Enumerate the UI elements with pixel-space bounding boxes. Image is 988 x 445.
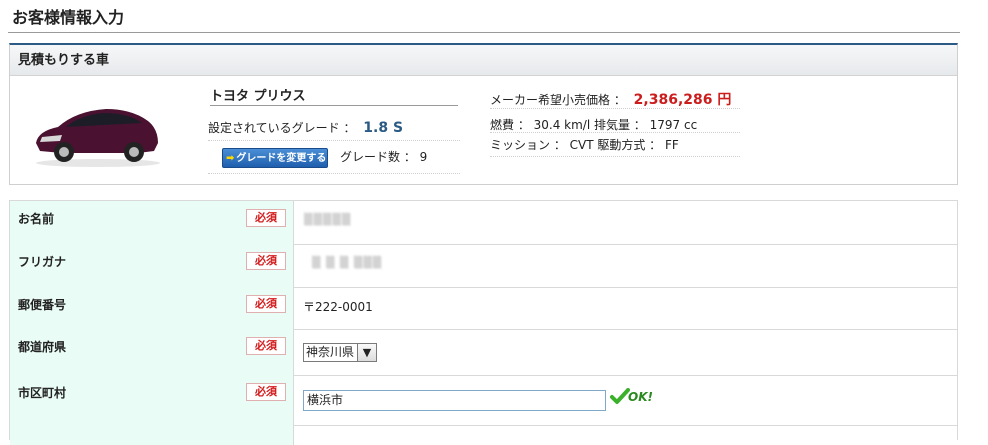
label-cell: お名前 必須 [10, 201, 294, 244]
page-title: お客様情報入力 [12, 8, 125, 27]
form-row-name: お名前 必須 ▒▒▒▒▒ [10, 201, 957, 245]
price-label: メーカー希望小売価格 ： [490, 93, 626, 107]
grade-count: グレード数 ： 9 [340, 150, 428, 164]
city-input[interactable]: 横浜市 [303, 390, 606, 411]
label-cell: 市区町村 必須 [10, 375, 294, 425]
required-badge: 必須 [246, 209, 286, 227]
divider [208, 140, 460, 141]
divider [490, 132, 740, 133]
row-label: 郵便番号 [18, 298, 67, 312]
row-label: 都道府県 [18, 340, 67, 354]
ok-status-text: OK! [628, 390, 653, 404]
name-input[interactable]: ▒▒▒▒▒ [304, 213, 351, 226]
chevron-down-icon[interactable]: ▼ [357, 344, 377, 361]
form-row-postal-code: 郵便番号 必須 [10, 287, 957, 330]
row-label: お名前 [18, 212, 55, 226]
divider [490, 108, 740, 109]
required-badge: 必須 [246, 295, 286, 313]
change-grade-label: グレードを変更する [236, 153, 327, 164]
label-cell: 都道府県 必須 [10, 329, 294, 375]
label-cell: 郵便番号 必須 [10, 287, 294, 329]
transmission-drive-spec: ミッション ： CVT 駆動方式 ： FF [490, 138, 679, 152]
grade-info: 設定されているグレード ： 1.8 S [208, 119, 403, 136]
form-row-next [10, 425, 957, 445]
prefecture-selected: 神奈川県 [306, 345, 355, 359]
car-panel-header: 見積もりする車 [10, 45, 957, 76]
grade-label: 設定されているグレード ： [208, 121, 356, 135]
form-row-furigana: フリガナ 必須 ▒ ▒ ▒ ▒▒▒ [10, 244, 957, 288]
validation-ok-badge: OK! [610, 388, 656, 408]
divider [490, 156, 740, 157]
row-label: フリガナ [18, 255, 67, 269]
grade-value: 1.8 S [363, 120, 404, 136]
label-cell: フリガナ 必須 [10, 244, 294, 287]
price-value: 2,386,286 円 [633, 92, 732, 108]
required-badge: 必須 [246, 337, 286, 355]
furigana-input[interactable]: ▒ ▒ ▒ ▒▒▒ [312, 256, 382, 269]
required-badge: 必須 [246, 383, 286, 401]
change-grade-button[interactable]: ➡ グレードを変更する [222, 148, 328, 168]
checkmark-icon [610, 388, 630, 404]
car-estimate-panel: 見積もりする車 トヨタ プリウス 設定されているグレード ： 1.8 S ➡ グレ… [9, 43, 958, 185]
customer-info-form: お名前 必須 ▒▒▒▒▒ フリガナ 必須 ▒ ▒ ▒ ▒▒▒ 郵便番号 必須 〒… [9, 200, 958, 445]
car-image [36, 109, 160, 167]
prefecture-select[interactable]: 神奈川県 ▼ [303, 343, 378, 362]
fuel-displacement-spec: 燃費 ： 30.4 km/l 排気量 ： 1797 cc [490, 118, 698, 132]
form-row-prefecture: 都道府県 必須 [10, 329, 957, 376]
label-cell [10, 425, 294, 445]
postal-code-value[interactable]: 〒222-0001 [303, 298, 373, 315]
divider [208, 173, 460, 174]
row-label: 市区町村 [18, 386, 67, 400]
arrow-right-icon: ➡ [226, 153, 235, 164]
required-badge: 必須 [246, 252, 286, 270]
price-info: メーカー希望小売価格 ： 2,386,286 円 [490, 89, 731, 109]
car-name: トヨタ プリウス [210, 85, 458, 106]
title-divider [8, 32, 960, 33]
